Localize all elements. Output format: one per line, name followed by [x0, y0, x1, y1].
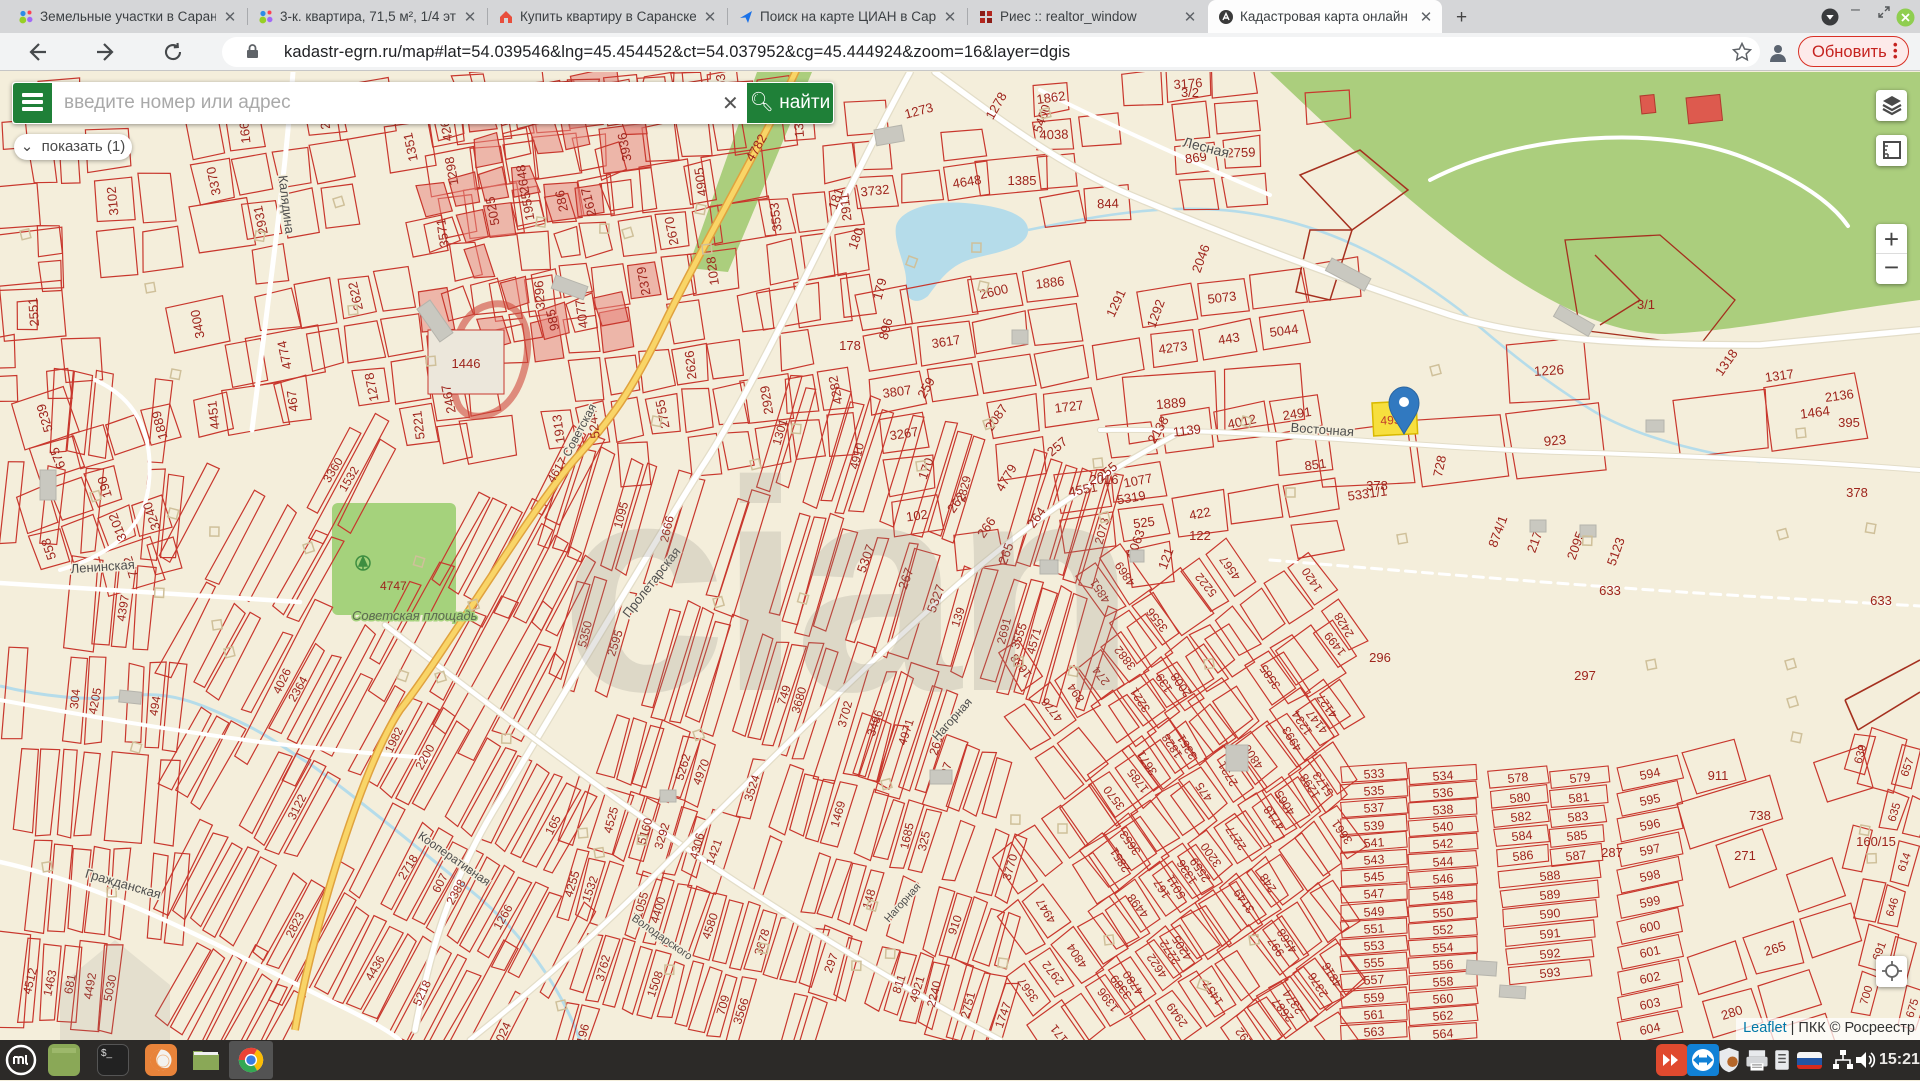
svg-text:Советская площадь: Советская площадь	[352, 608, 478, 623]
svg-text:633: 633	[1599, 583, 1621, 598]
svg-text:cian: cian	[560, 418, 1128, 754]
svg-text:578: 578	[1507, 770, 1529, 786]
svg-text:2759: 2759	[1226, 145, 1255, 161]
svg-text:585: 585	[1566, 828, 1588, 844]
svg-text:562: 562	[1432, 1008, 1454, 1023]
svg-text:633: 633	[1870, 593, 1892, 608]
svg-text:583: 583	[1567, 809, 1589, 825]
svg-text:563: 563	[1363, 1024, 1385, 1039]
svg-text:3102: 3102	[104, 186, 122, 216]
svg-text:1226: 1226	[1533, 362, 1564, 379]
svg-text:3/2: 3/2	[1181, 85, 1199, 100]
svg-text:3732: 3732	[860, 182, 890, 200]
svg-text:561: 561	[1363, 1007, 1385, 1022]
svg-text:586: 586	[1512, 848, 1534, 864]
svg-text:581: 581	[1568, 790, 1590, 806]
svg-text:395: 395	[1838, 415, 1860, 430]
svg-text:2551: 2551	[25, 297, 42, 327]
svg-text:544: 544	[1432, 854, 1454, 869]
svg-text:296: 296	[1369, 650, 1391, 665]
svg-text:582: 582	[1510, 809, 1532, 825]
svg-text:553: 553	[1363, 938, 1385, 953]
svg-text:540: 540	[1432, 819, 1454, 834]
svg-text:3/1: 3/1	[1637, 297, 1655, 312]
svg-text:545: 545	[1363, 869, 1385, 884]
svg-text:554: 554	[1432, 940, 1454, 955]
svg-text:548: 548	[1432, 888, 1454, 903]
svg-text:560: 560	[1432, 991, 1454, 1006]
svg-text:535: 535	[1363, 783, 1385, 798]
svg-text:547: 547	[1363, 886, 1385, 901]
svg-text:122: 122	[1189, 528, 1211, 543]
svg-text:3296: 3296	[531, 280, 548, 310]
svg-text:738: 738	[1749, 808, 1771, 823]
svg-text:911: 911	[1708, 768, 1729, 783]
svg-text:592: 592	[1539, 946, 1561, 962]
svg-text:534: 534	[1432, 768, 1454, 783]
svg-text:546: 546	[1432, 871, 1454, 886]
svg-text:538: 538	[1432, 802, 1454, 817]
svg-text:537: 537	[1363, 800, 1385, 815]
svg-text:584: 584	[1511, 828, 1533, 844]
svg-text:556: 556	[1432, 957, 1454, 972]
svg-text:543: 543	[1363, 852, 1385, 867]
svg-text:923: 923	[1543, 432, 1567, 449]
svg-text:851: 851	[1304, 456, 1328, 474]
svg-text:580: 580	[1509, 790, 1531, 806]
svg-text:297: 297	[1574, 668, 1596, 683]
svg-text:378: 378	[1846, 485, 1868, 500]
svg-text:533: 533	[1363, 766, 1385, 781]
svg-text:549: 549	[1363, 904, 1385, 919]
svg-text:589: 589	[1539, 887, 1561, 903]
svg-text:558: 558	[1432, 974, 1454, 989]
svg-text:559: 559	[1363, 990, 1385, 1005]
svg-text:557: 557	[1363, 972, 1385, 987]
svg-text:579: 579	[1569, 770, 1591, 786]
svg-text:160/15: 160/15	[1856, 834, 1896, 849]
svg-text:4747: 4747	[380, 579, 407, 593]
svg-text:467: 467	[284, 389, 302, 412]
svg-text:1446: 1446	[452, 356, 481, 371]
svg-text:844: 844	[1097, 196, 1119, 212]
svg-text:2626: 2626	[682, 350, 700, 380]
svg-text:1385: 1385	[1008, 173, 1037, 188]
svg-text:271: 271	[1734, 848, 1756, 863]
svg-text:287: 287	[1601, 845, 1623, 860]
svg-text:555: 555	[1363, 955, 1385, 970]
svg-text:542: 542	[1432, 836, 1454, 851]
svg-text:1889: 1889	[1155, 395, 1186, 413]
svg-text:304: 304	[67, 688, 83, 710]
svg-text:588: 588	[1539, 868, 1561, 884]
svg-text:564: 564	[1432, 1026, 1454, 1040]
svg-text:593: 593	[1539, 965, 1561, 981]
svg-text:551: 551	[1363, 921, 1385, 936]
svg-text:178: 178	[839, 338, 861, 353]
svg-text:536: 536	[1432, 785, 1454, 800]
svg-text:591: 591	[1539, 926, 1561, 942]
svg-text:550: 550	[1432, 905, 1454, 920]
svg-text:541: 541	[1363, 835, 1385, 850]
svg-text:552: 552	[1432, 922, 1454, 937]
svg-text:539: 539	[1363, 818, 1385, 833]
svg-text:590: 590	[1539, 906, 1561, 922]
